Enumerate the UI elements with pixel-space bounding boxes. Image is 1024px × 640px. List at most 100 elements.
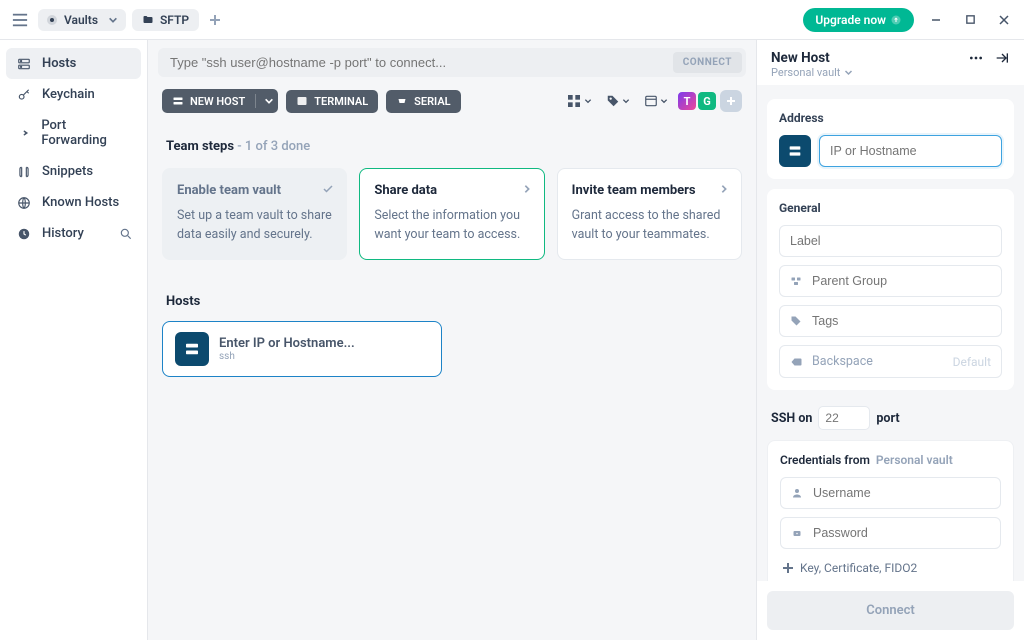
sidebar-label: Known Hosts: [42, 195, 119, 210]
user-icon: [791, 487, 805, 499]
main-area: CONNECT NEW HOST TERMINAL SERIAL: [148, 40, 756, 640]
step-title: Enable team vault: [177, 183, 332, 198]
sidebar-item-portforwarding[interactable]: Port Forwarding: [6, 110, 141, 156]
server-icon: [779, 135, 811, 167]
sidebar-item-knownhosts[interactable]: Known Hosts: [6, 187, 141, 218]
step-invite-members[interactable]: Invite team members Grant access to the …: [557, 168, 742, 260]
window-minimize[interactable]: [924, 8, 948, 32]
tags-field[interactable]: [779, 305, 1002, 337]
terminal-icon: [296, 95, 308, 107]
group-icon: [790, 275, 804, 287]
cred-vault-selector[interactable]: Personal vault: [876, 453, 953, 467]
vault-icon: [46, 14, 58, 26]
section-label: Address: [779, 111, 1002, 125]
more-icon[interactable]: [968, 50, 984, 66]
window-maximize[interactable]: [958, 8, 982, 32]
window-close[interactable]: [992, 8, 1016, 32]
new-host-button[interactable]: NEW HOST: [162, 89, 278, 113]
sidebar-item-history[interactable]: History: [6, 218, 141, 249]
sidebar-item-hosts[interactable]: Hosts: [6, 48, 141, 79]
menu-icon[interactable]: [8, 8, 32, 32]
chevron-down-icon: [584, 97, 592, 105]
password-field[interactable]: [780, 517, 1001, 549]
right-panel: New Host Personal vault Address: [756, 40, 1024, 640]
section-label: General: [779, 201, 1002, 215]
vaults-label: Vaults: [64, 13, 98, 27]
upgrade-button[interactable]: Upgrade now: [803, 8, 914, 32]
layout-toggle[interactable]: [640, 92, 672, 110]
connect-button[interactable]: CONNECT: [673, 52, 742, 73]
step-title: Share data: [374, 183, 529, 198]
check-icon: [322, 183, 334, 195]
host-placeholder: Enter IP or Hostname...: [219, 336, 355, 351]
titlebar: Vaults SFTP Upgrade now: [0, 0, 1024, 40]
serial-button[interactable]: SERIAL: [386, 90, 460, 113]
forward-icon: [16, 126, 31, 140]
host-card-new[interactable]: Enter IP or Hostname... ssh: [162, 321, 442, 377]
address-input[interactable]: [819, 135, 1002, 167]
backspace-field[interactable]: Backspace Default: [779, 345, 1002, 378]
hosts-heading: Hosts: [166, 294, 738, 309]
folder-icon: [142, 14, 154, 26]
chevron-right-icon: [719, 183, 729, 195]
quick-connect-bar[interactable]: CONNECT: [158, 48, 746, 77]
view-grid-toggle[interactable]: [562, 91, 596, 111]
chevron-down-icon: [108, 15, 118, 25]
search-icon[interactable]: [119, 227, 133, 241]
avatar[interactable]: T: [676, 90, 698, 112]
sidebar-label: History: [42, 226, 84, 241]
chevron-right-icon: [522, 183, 532, 195]
sidebar-label: Snippets: [42, 164, 93, 179]
sftp-label: SFTP: [160, 13, 189, 27]
quick-connect-input[interactable]: [170, 55, 673, 70]
sidebar-item-keychain[interactable]: Keychain: [6, 79, 141, 110]
panel-connect-button[interactable]: Connect: [767, 591, 1014, 630]
step-enable-team-vault[interactable]: Enable team vault Set up a team vault to…: [162, 168, 347, 260]
globe-icon: [16, 196, 32, 210]
section-address: Address: [767, 99, 1014, 179]
step-body: Select the information you want your tea…: [374, 206, 529, 245]
toolbar: NEW HOST TERMINAL SERIAL: [148, 85, 756, 125]
sidebar-label: Hosts: [42, 56, 76, 71]
section-credentials: Credentials from Personal vault Key, Cer…: [767, 440, 1014, 581]
snippets-icon: [16, 165, 32, 179]
avatar[interactable]: G: [696, 90, 718, 112]
terminal-label: TERMINAL: [314, 95, 368, 108]
add-key-button[interactable]: Key, Certificate, FIDO2: [780, 557, 1001, 579]
sidebar: Hosts Keychain Port Forwarding Snippets …: [0, 40, 148, 640]
step-body: Grant access to the shared vault to your…: [572, 206, 727, 245]
tab-sftp[interactable]: SFTP: [132, 9, 199, 31]
parent-group-field[interactable]: [779, 265, 1002, 297]
upgrade-label: Upgrade now: [815, 13, 886, 27]
chevron-down-icon: [660, 97, 668, 105]
tag-icon: [790, 315, 804, 327]
sidebar-item-snippets[interactable]: Snippets: [6, 156, 141, 187]
chevron-down-icon[interactable]: [264, 96, 274, 106]
new-tab-button[interactable]: [205, 10, 225, 30]
username-field[interactable]: [780, 477, 1001, 509]
chevron-down-icon: [622, 97, 630, 105]
tag-filter[interactable]: [602, 92, 634, 110]
sidebar-label: Keychain: [42, 87, 95, 102]
clock-icon: [16, 227, 32, 241]
port-input[interactable]: [818, 406, 870, 430]
new-host-label: NEW HOST: [190, 95, 245, 108]
server-icon: [175, 332, 209, 366]
section-general: General Backspace Default: [767, 189, 1014, 390]
step-share-data[interactable]: Share data Select the information you wa…: [359, 168, 544, 260]
key-icon: [16, 88, 32, 102]
label-field[interactable]: [779, 225, 1002, 257]
collapse-panel-icon[interactable]: [994, 50, 1010, 66]
step-title: Invite team members: [572, 183, 727, 198]
arrow-up-icon: [890, 14, 902, 26]
serial-icon: [396, 95, 408, 107]
team-avatars: T G: [678, 90, 742, 112]
step-body: Set up a team vault to share data easily…: [177, 206, 332, 245]
team-steps-heading: Team steps - 1 of 3 done: [166, 139, 738, 154]
add-member-button[interactable]: [720, 90, 742, 112]
vaults-selector[interactable]: Vaults: [38, 9, 126, 31]
sidebar-label: Port Forwarding: [41, 118, 131, 148]
terminal-button[interactable]: TERMINAL: [286, 90, 378, 113]
panel-title: New Host: [771, 50, 968, 66]
panel-vault-selector[interactable]: Personal vault: [771, 66, 968, 79]
